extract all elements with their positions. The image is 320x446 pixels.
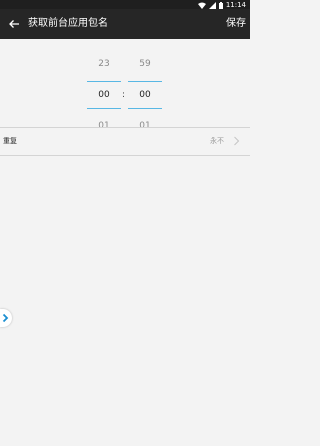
hour-prev[interactable]: 23 xyxy=(87,58,121,70)
battery-icon xyxy=(218,1,223,9)
app-bar: 获取前台应用包名 保存 xyxy=(0,9,250,39)
page-title: 获取前台应用包名 xyxy=(28,18,108,29)
time-separator: : xyxy=(122,90,126,100)
side-chevron-icon xyxy=(2,313,9,323)
divider-bottom xyxy=(0,155,250,156)
wifi-icon xyxy=(197,2,206,9)
save-button[interactable]: 保存 xyxy=(226,17,246,31)
minute-top-line xyxy=(128,81,162,82)
repeat-label: 重复 xyxy=(3,137,17,145)
minute-bottom-line xyxy=(128,108,162,109)
status-icons: 11:14 xyxy=(197,1,246,9)
signal-icon xyxy=(208,1,216,9)
minute-prev[interactable]: 59 xyxy=(128,58,162,70)
hour-bottom-line xyxy=(87,108,121,109)
hour-top-line xyxy=(87,81,121,82)
side-drawer-handle[interactable] xyxy=(0,309,12,327)
minute-selected[interactable]: 00 xyxy=(128,89,162,101)
back-arrow-icon[interactable] xyxy=(8,18,20,30)
status-bar: 11:14 xyxy=(0,0,250,9)
repeat-value: 永不 xyxy=(210,137,224,145)
repeat-row[interactable]: 重复 永不 xyxy=(0,128,250,155)
time-picker: 23 00 01 : 59 00 01 xyxy=(0,39,250,131)
status-time: 11:14 xyxy=(225,1,246,9)
chevron-right-icon xyxy=(234,136,240,146)
hour-selected[interactable]: 00 xyxy=(87,89,121,101)
